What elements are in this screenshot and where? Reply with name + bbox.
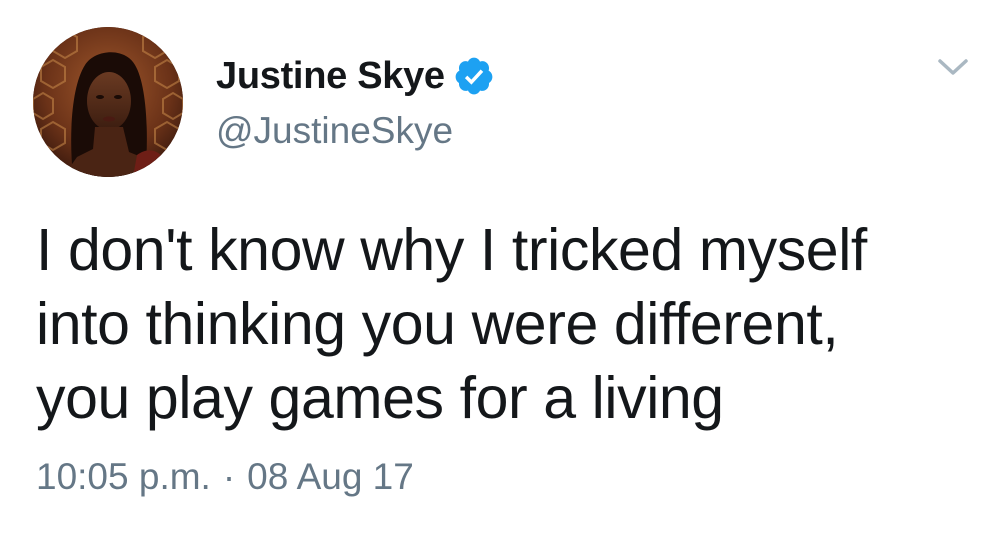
avatar-photo-image [33,27,183,177]
tweet-text: I don't know why I tricked myself into t… [36,217,867,431]
author-name-row: Justine Skye [216,52,495,100]
tweet-timestamp[interactable]: 10:05 p.m. · 08 Aug 17 [36,456,414,498]
tweet-date: 08 Aug 17 [247,456,414,497]
author-handle[interactable]: @JustineSkye [216,110,453,152]
author-avatar[interactable] [33,27,183,177]
verified-badge-icon [453,55,495,97]
tweet-time: 10:05 p.m. [36,456,211,497]
chevron-down-icon[interactable] [936,54,970,80]
tweet-card: Justine Skye @JustineSkye I don't know w… [0,0,1000,538]
meta-separator: · [222,456,236,497]
author-display-name[interactable]: Justine Skye [216,55,445,98]
